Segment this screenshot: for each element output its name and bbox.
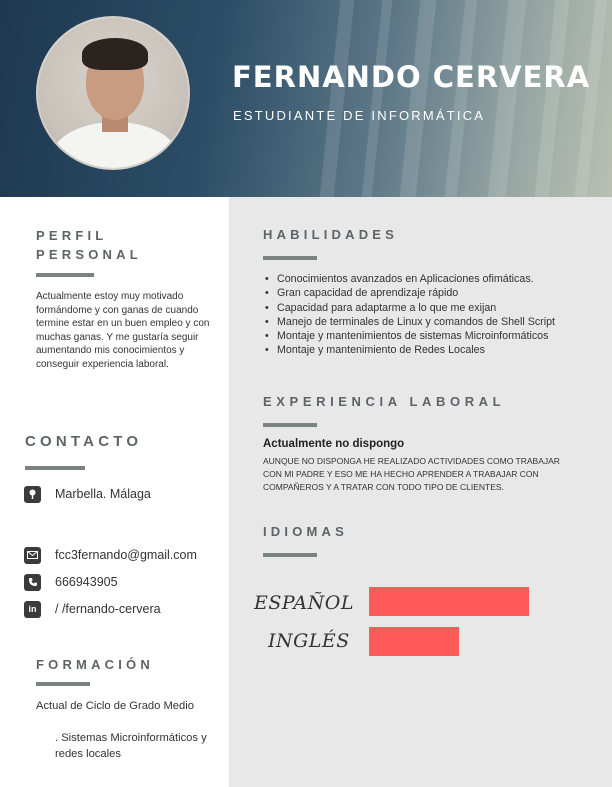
skills-title: HABILIDADES: [263, 227, 399, 242]
language-level-bar-english: [369, 627, 459, 656]
email-icon: [24, 546, 41, 564]
experience-divider: [263, 423, 317, 427]
contact-linkedin[interactable]: in / /fernando-cervera: [24, 600, 161, 618]
language-label-english: INGLÉS: [268, 630, 350, 652]
candidate-name: FERNANDO CERVERA: [232, 60, 591, 94]
location-icon: [24, 485, 41, 503]
skill-item: Manejo de terminales de Linux y comandos…: [263, 315, 583, 330]
experience-heading: Actualmente no dispongo: [263, 438, 405, 450]
contact-divider: [25, 466, 85, 470]
linkedin-icon: in: [24, 600, 41, 618]
profile-divider: [36, 273, 94, 277]
language-level-bar-spanish: [369, 587, 529, 616]
background-stripe: [444, 0, 478, 197]
background-stripe: [319, 0, 355, 197]
linkedin-text[interactable]: / /fernando-cervera: [55, 602, 161, 616]
contact-phone[interactable]: 666943905: [24, 573, 118, 591]
background-stripe: [534, 0, 570, 197]
languages-title: IDIOMAS: [263, 524, 349, 539]
education-line2: . Sistemas Microinformáticos y redes loc…: [55, 732, 207, 760]
background-stripe: [574, 0, 608, 197]
profile-title-line1: PERFIL: [36, 228, 108, 243]
skill-item: Gran capacidad de aprendizaje rápido: [263, 286, 583, 301]
candidate-subtitle: ESTUDIANTE DE INFORMÁTICA: [233, 108, 486, 123]
contact-title: CONTACTO: [25, 433, 143, 450]
background-stripe: [399, 0, 437, 197]
skill-item: Capacidad para adaptarme a lo que me exi…: [263, 301, 583, 316]
contact-location: Marbella. Málaga: [24, 485, 151, 503]
email-text[interactable]: fcc3fernando@gmail.com: [55, 548, 197, 562]
profile-title-line2: PERSONAL: [36, 247, 142, 262]
skills-list: Conocimientos avanzados en Aplicaciones …: [263, 272, 583, 358]
skill-item: Montaje y mantenimientos de sistemas Mic…: [263, 329, 583, 344]
skill-item: Conocimientos avanzados en Aplicaciones …: [263, 272, 583, 287]
education-line1: Actual de Ciclo de Grado Medio: [36, 700, 194, 712]
experience-title: EXPERIENCIA LABORAL: [263, 394, 506, 409]
languages-divider: [263, 553, 317, 557]
education-title: FORMACIÓN: [36, 657, 154, 672]
profile-text: Actualmente estoy muy motivado formándom…: [36, 291, 210, 370]
skill-item: Montaje y mantenimiento de Redes Locales: [263, 343, 583, 358]
background-stripe: [487, 0, 527, 197]
profile-photo: [36, 16, 190, 170]
contact-email[interactable]: fcc3fernando@gmail.com: [24, 546, 197, 564]
language-label-spanish: ESPAÑOL: [254, 592, 354, 614]
skills-divider: [263, 256, 317, 260]
phone-text[interactable]: 666943905: [55, 575, 118, 589]
phone-icon: [24, 573, 41, 591]
education-divider: [36, 682, 90, 686]
location-text: Marbella. Málaga: [55, 487, 151, 501]
experience-body: AUNQUE NO DISPONGA HE REALIZADO ACTIVIDA…: [263, 456, 560, 492]
header-banner: FERNANDO CERVERA ESTUDIANTE DE INFORMÁTI…: [0, 0, 612, 197]
background-stripe: [361, 0, 393, 197]
